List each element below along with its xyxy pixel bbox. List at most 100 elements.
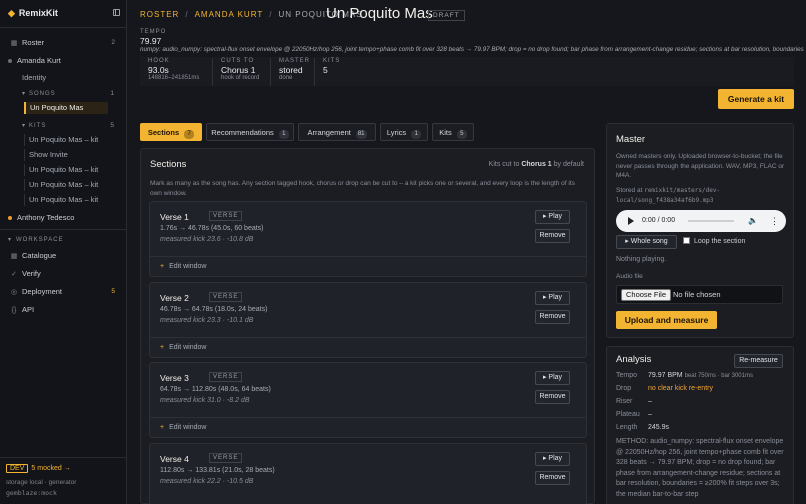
tab-lyrics[interactable]: Lyrics 1 — [380, 123, 428, 141]
stat-value: Chorus 1 — [221, 65, 256, 75]
tab-arrangement[interactable]: Arrangement 81 — [298, 123, 376, 141]
sidebar-item-verify[interactable]: ✓ Verify — [0, 268, 127, 280]
chevron-down-icon: ▾ — [22, 123, 27, 129]
tab-sections[interactable]: Sections 7 — [140, 123, 202, 141]
analysis-row-tempo: Tempo 79.97 BPM beat 750ms · bar 3001ms — [616, 372, 753, 379]
breadcrumb-artist[interactable]: AMANDA KURT — [195, 10, 264, 19]
sidebar-section-label: SONGS — [29, 91, 56, 97]
sidebar-item-catalogue[interactable]: ▦ Catalogue — [0, 250, 127, 262]
brand-logo[interactable]: ◆ RemixKit — [8, 8, 58, 19]
sidebar-item-label: Catalogue — [22, 251, 57, 260]
sidebar-item-amanda-kurt[interactable]: Amanda Kurt — [0, 55, 127, 67]
sidebar-section-workspace[interactable]: ▾ WORKSPACE — [0, 234, 127, 246]
choose-file-button[interactable]: Choose File — [621, 289, 672, 301]
tab-recommendations[interactable]: Recommendations 1 — [206, 123, 294, 141]
sidebar-divider — [0, 27, 127, 28]
upload-measure-button[interactable]: Upload and measure — [616, 311, 717, 329]
tab-count: 1 — [278, 130, 289, 139]
loop-section-checkbox[interactable]: Loop the section — [683, 237, 745, 245]
loop-label: Loop the section — [694, 238, 746, 245]
sidebar-kit-item[interactable]: Show Invite — [24, 149, 120, 161]
play-button[interactable]: ▸ Play — [535, 210, 570, 224]
audio-time: 0:00 / 0:00 — [642, 217, 676, 224]
remove-button[interactable]: Remove — [535, 471, 570, 485]
more-options-icon[interactable]: ⋮ — [770, 215, 779, 227]
play-icon[interactable] — [628, 217, 634, 225]
stats-bar: HOOK 93.0s 148816–241851ms CUTS TO Choru… — [140, 57, 794, 86]
sidebar-item-deployment[interactable]: ◎ Deployment 5 — [0, 286, 127, 298]
file-name: No file chosen — [673, 290, 721, 299]
sidebar-kit-item[interactable]: Un Poquito Mas – kit — [24, 164, 120, 176]
stored-prefix: Stored at — [616, 187, 643, 194]
mocked-link[interactable]: 5 mocked → — [31, 465, 70, 472]
brand-diamond-icon: ◆ — [8, 8, 15, 18]
checkbox-icon[interactable] — [683, 237, 690, 244]
master-panel: Master Owned masters only. Uploaded brow… — [606, 123, 794, 338]
audio-player[interactable]: 0:00 / 0:00 🔈 ⋮ — [616, 210, 786, 232]
stat-master: MASTER stored done — [270, 58, 310, 86]
tab-count: 1 — [411, 130, 422, 139]
volume-icon[interactable]: 🔈 — [748, 216, 758, 226]
remove-button[interactable]: Remove — [535, 310, 570, 324]
analysis-method: METHOD: audio_numpy: spectral-flux onset… — [616, 438, 784, 498]
sidebar-song-item[interactable]: Un Poquito Mas — [24, 102, 108, 114]
tempo-label: TEMPO — [140, 29, 167, 35]
generate-kit-button[interactable]: Generate a kit — [718, 89, 794, 109]
grid-icon: ▦ — [10, 253, 18, 260]
sidebar-item-api[interactable]: {} API — [0, 304, 127, 316]
analysis-value: no clear kick re-entry — [648, 385, 713, 392]
edit-window-label: Edit window — [169, 424, 207, 431]
plus-icon: + — [160, 344, 165, 351]
audio-seek-bar[interactable] — [688, 220, 734, 222]
stat-cuts-to: CUTS TO Chorus 1 hook of record — [212, 58, 259, 86]
edit-window-toggle[interactable]: + Edit window — [150, 417, 586, 437]
stat-label: HOOK — [148, 58, 170, 64]
breadcrumb-roster[interactable]: ROSTER — [140, 10, 179, 19]
brand-name: RemixKit — [18, 8, 58, 18]
stat-label: CUTS TO — [221, 58, 255, 64]
dev-indicator[interactable]: DEV 5 mocked → — [6, 464, 71, 473]
stored-path: Stored at remixkit/masters/dev-local/son… — [616, 186, 788, 205]
whole-song-button[interactable]: ▸ Whole song — [616, 235, 677, 249]
section-tag: VERSE — [209, 292, 243, 302]
sidebar-kit-item[interactable]: Un Poquito Mas – kit — [24, 134, 120, 146]
section-range: 112.80s → 133.81s (21.0s, 28 beats) — [160, 467, 275, 474]
analysis-key: Plateau — [616, 411, 640, 418]
section-range: 46.78s → 64.78s (18.0s, 24 beats) — [160, 306, 268, 313]
sidebar-section-label: WORKSPACE — [16, 237, 64, 243]
sidebar-item-roster[interactable]: ▦ Roster 2 — [0, 37, 127, 49]
remove-button[interactable]: Remove — [535, 229, 570, 243]
analysis-row-drop: Drop no clear kick re-entry — [616, 385, 713, 392]
sidebar-item-anthony-tedesco[interactable]: Anthony Tedesco — [0, 212, 127, 224]
analysis-key: Drop — [616, 385, 632, 392]
play-button[interactable]: ▸ Play — [535, 452, 570, 466]
stat-kits: KITS 5 — [314, 58, 340, 86]
tab-kits[interactable]: Kits 5 — [432, 123, 474, 141]
collapse-sidebar-icon[interactable] — [113, 9, 120, 16]
section-measured: measured kick 31.0 · -8.2 dB — [160, 397, 250, 404]
section-tag: VERSE — [209, 453, 243, 463]
sidebar-divider — [0, 457, 127, 458]
chevron-down-icon: ▾ — [22, 91, 27, 97]
sidebar-item-label: Roster — [22, 38, 45, 47]
section-tag: VERSE — [209, 211, 243, 221]
sidebar-section-kits[interactable]: ▾ KITS 5 — [0, 120, 127, 132]
sidebar-kit-item[interactable]: Un Poquito Mas – kit — [24, 179, 120, 191]
edit-window-toggle[interactable]: + Edit window — [150, 337, 586, 357]
chevron-down-icon: ▾ — [8, 237, 13, 243]
analysis-key: Riser — [616, 398, 633, 405]
remove-button[interactable]: Remove — [535, 390, 570, 404]
sidebar-kit-item[interactable]: Un Poquito Mas – kit — [24, 194, 120, 206]
sidebar-item-identity[interactable]: Identity — [0, 72, 127, 84]
play-button[interactable]: ▸ Play — [535, 371, 570, 385]
section-name: Verse 4 — [160, 454, 189, 464]
plus-icon: + — [160, 424, 165, 431]
sections-panel: Sections Kits cut to Chorus 1 by default… — [140, 148, 595, 504]
remeasure-button[interactable]: Re-measure — [734, 354, 783, 368]
play-button[interactable]: ▸ Play — [535, 291, 570, 305]
status-badge: DRAFT — [428, 10, 465, 21]
app-window: ◆ RemixKit ▦ Roster 2 Amanda Kurt Identity … — [0, 0, 806, 504]
file-input[interactable]: Choose File No file chosen — [616, 285, 783, 304]
edit-window-toggle[interactable]: + Edit window — [150, 256, 586, 276]
sidebar-section-songs[interactable]: ▾ SONGS 1 — [0, 88, 127, 100]
